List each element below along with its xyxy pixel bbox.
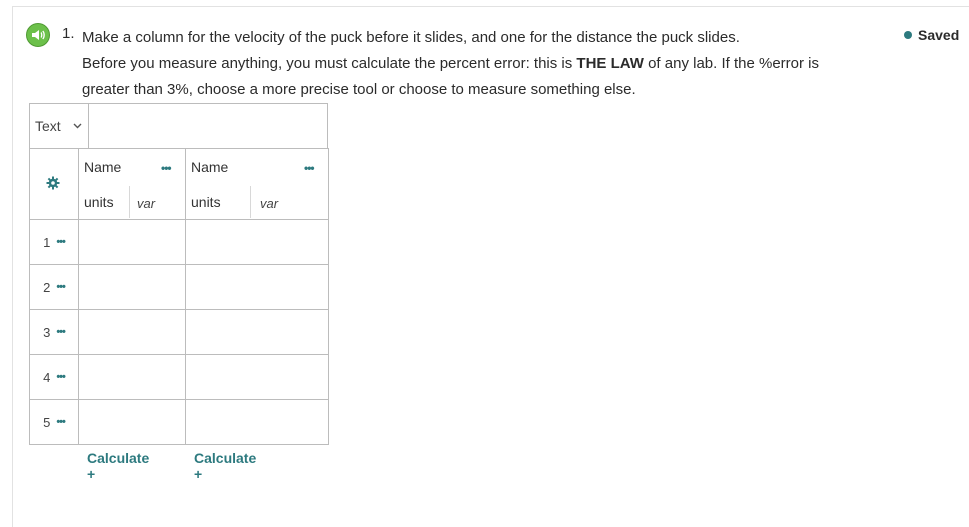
chevron-down-icon: [73, 120, 82, 132]
table-cell[interactable]: [78, 264, 186, 310]
table-cell[interactable]: [78, 309, 186, 355]
emphasis-text: THE LAW: [576, 55, 644, 72]
calculate-button-2[interactable]: Calculate +: [194, 450, 256, 482]
question-line-3: greater than 3%, choose a more precise t…: [82, 81, 636, 98]
row-label: 1 •••: [29, 219, 79, 265]
column-units[interactable]: units: [84, 194, 114, 210]
column-var[interactable]: var: [137, 196, 155, 211]
settings-cell: [29, 148, 79, 220]
column-units[interactable]: units: [191, 194, 221, 210]
row-label: 5 •••: [29, 399, 79, 445]
table-cell[interactable]: [185, 219, 329, 265]
gear-icon[interactable]: [46, 176, 60, 195]
status-dot: [904, 31, 912, 39]
column-menu-icon[interactable]: •••: [304, 161, 315, 175]
row-menu-icon[interactable]: •••: [56, 416, 66, 428]
units-divider: [250, 186, 251, 218]
table-cell[interactable]: [78, 399, 186, 445]
column-name[interactable]: Name: [84, 159, 121, 175]
calculate-button-1[interactable]: Calculate +: [87, 450, 149, 482]
saved-label: Saved: [918, 27, 960, 43]
column-name[interactable]: Name: [191, 159, 228, 175]
column-var[interactable]: var: [260, 196, 278, 211]
table-cell[interactable]: [185, 264, 329, 310]
question-text: Make a column for the velocity of the pu…: [82, 25, 882, 103]
table-cell[interactable]: [185, 354, 329, 400]
column-header-2[interactable]: Name ••• units var: [185, 148, 329, 220]
row-label: 2 •••: [29, 264, 79, 310]
row-menu-icon[interactable]: •••: [56, 281, 66, 293]
question-line-2: Before you measure anything, you must ca…: [82, 55, 820, 72]
column-header-1[interactable]: Name ••• units var: [78, 148, 186, 220]
units-divider: [129, 186, 130, 218]
column-menu-icon[interactable]: •••: [161, 161, 172, 175]
table-cell[interactable]: [185, 309, 329, 355]
type-select[interactable]: Text: [29, 103, 89, 149]
table-cell[interactable]: [185, 399, 329, 445]
table-cell[interactable]: [78, 219, 186, 265]
row-menu-icon[interactable]: •••: [56, 236, 66, 248]
type-select-value: Text: [35, 118, 61, 134]
question-line-1: Make a column for the velocity of the pu…: [82, 29, 740, 46]
speaker-icon[interactable]: [26, 23, 50, 47]
table-cell[interactable]: [78, 354, 186, 400]
row-menu-icon[interactable]: •••: [56, 326, 66, 338]
row-label: 3 •••: [29, 309, 79, 355]
saved-status: Saved: [904, 27, 959, 43]
question-number: 1.: [62, 25, 75, 42]
row-label: 4 •••: [29, 354, 79, 400]
row-menu-icon[interactable]: •••: [56, 371, 66, 383]
table-top-spacer: [88, 103, 328, 149]
